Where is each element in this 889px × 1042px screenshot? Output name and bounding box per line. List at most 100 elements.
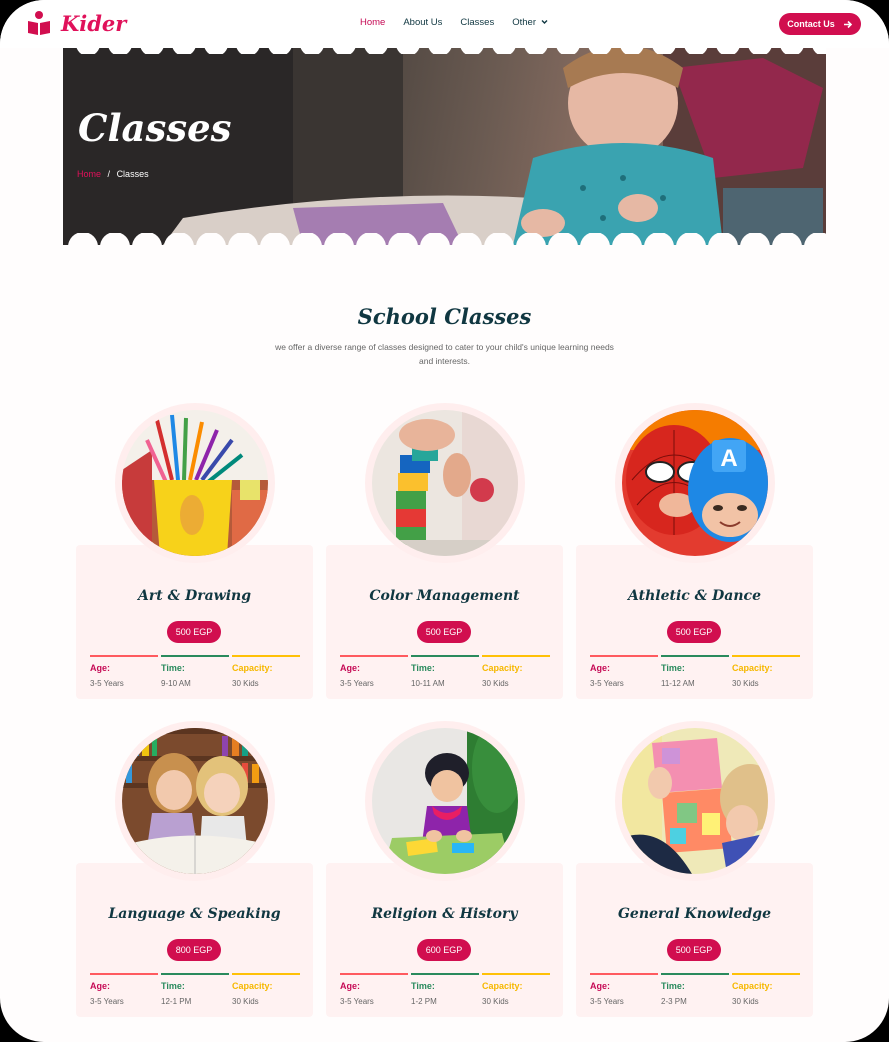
main-menu: Home About Us Classes Other [360, 17, 566, 28]
chevron-down-icon [541, 20, 548, 24]
page-title: Classes [78, 106, 232, 150]
class-title: Athletic & Dance [627, 588, 761, 604]
capacity-value: 30 Kids [732, 679, 759, 688]
time-label: Time: [161, 663, 185, 673]
svg-text:A: A [720, 445, 737, 472]
class-image-language-speaking [122, 728, 268, 874]
capacity-label: Capacity: [732, 663, 773, 673]
nav-other-label: Other [512, 17, 536, 28]
class-stats: Age: 3-5 Years Time: 12-1 PM Capacity: 30 K… [90, 973, 300, 1006]
class-image-color-management [372, 410, 518, 556]
class-title: General Knowledge [617, 906, 772, 922]
age-stat: Age: 3-5 Years [590, 655, 658, 688]
age-stat: Age: 3-5 Years [340, 655, 408, 688]
time-value: 10-11 AM [411, 679, 445, 688]
capacity-value: 30 Kids [732, 997, 759, 1006]
time-label: Time: [411, 981, 435, 991]
class-title: Language & Speaking [108, 906, 281, 922]
class-image-art-drawing [122, 410, 268, 556]
price-badge: 500 EGP [667, 939, 721, 961]
age-value: 3-5 Years [590, 997, 624, 1006]
time-value: 12-1 PM [161, 997, 192, 1006]
breadcrumb-current: Classes [116, 169, 149, 179]
price-badge: 800 EGP [167, 939, 221, 961]
page: Kider Home About Us Classes Other Contac… [0, 0, 889, 1042]
age-label: Age: [340, 981, 360, 991]
nav-classes[interactable]: Classes [460, 17, 494, 28]
class-stats: Age: 3-5 Years Time: 9-10 AM Capacity: 30 K… [90, 655, 300, 688]
age-stat: Age: 3-5 Years [590, 973, 658, 1006]
age-label: Age: [340, 663, 360, 673]
nav-home[interactable]: Home [360, 17, 385, 28]
capacity-stat: Capacity: 30 Kids [232, 655, 300, 688]
time-label: Time: [161, 981, 185, 991]
capacity-label: Capacity: [482, 981, 523, 991]
time-value: 9-10 AM [161, 679, 191, 688]
age-value: 3-5 Years [90, 997, 124, 1006]
capacity-stat: Capacity: 30 Kids [732, 973, 800, 1006]
age-stat: Age: 3-5 Years [90, 973, 158, 1006]
capacity-label: Capacity: [232, 981, 273, 991]
class-stats: Age: 3-5 Years Time: 1-2 PM Capacity: 30 Ki… [340, 973, 550, 1006]
class-image-general-knowledge [622, 728, 768, 874]
class-title: Color Management [369, 588, 520, 604]
capacity-value: 30 Kids [482, 997, 509, 1006]
age-label: Age: [90, 981, 110, 991]
brand-logo[interactable]: Kider [27, 10, 126, 36]
class-image-athletic-dance: A [622, 410, 768, 556]
age-stat: Age: 3-5 Years [340, 973, 408, 1006]
breadcrumb-home[interactable]: Home [77, 169, 101, 179]
breadcrumb-separator: / [107, 169, 111, 179]
time-stat: Time: 11-12 AM [661, 655, 729, 688]
time-stat: Time: 9-10 AM [161, 655, 229, 688]
class-stats: Age: 3-5 Years Time: 11-12 AM Capacity: 30 … [590, 655, 800, 688]
age-value: 3-5 Years [590, 679, 624, 688]
price-badge: 600 EGP [417, 939, 471, 961]
brand-name: Kider [61, 10, 127, 36]
capacity-label: Capacity: [232, 663, 273, 673]
class-title: Art & Drawing [137, 588, 252, 604]
class-title: Religion & History [371, 906, 518, 922]
class-stats: Age: 3-5 Years Time: 10-11 AM Capacity: 30 … [340, 655, 550, 688]
capacity-label: Capacity: [732, 981, 773, 991]
capacity-value: 30 Kids [232, 679, 259, 688]
contact-us-button[interactable]: Contact Us [779, 13, 861, 35]
time-label: Time: [661, 663, 685, 673]
navbar: Kider Home About Us Classes Other Contac… [0, 0, 889, 48]
age-stat: Age: 3-5 Years [90, 655, 158, 688]
capacity-stat: Capacity: 30 Kids [232, 973, 300, 1006]
time-label: Time: [661, 981, 685, 991]
capacity-stat: Capacity: 30 Kids [482, 973, 550, 1006]
age-value: 3-5 Years [90, 679, 124, 688]
contact-us-label: Contact Us [787, 19, 835, 29]
time-value: 2-3 PM [661, 997, 687, 1006]
age-value: 3-5 Years [340, 997, 374, 1006]
section-title: School Classes [357, 304, 532, 329]
book-reader-icon [27, 10, 51, 36]
breadcrumb: Home / Classes [77, 169, 149, 179]
time-stat: Time: 1-2 PM [411, 973, 479, 1006]
capacity-label: Capacity: [482, 663, 523, 673]
age-value: 3-5 Years [340, 679, 374, 688]
hero-top-scallop [76, 48, 826, 54]
age-label: Age: [590, 663, 610, 673]
price-badge: 500 EGP [667, 621, 721, 643]
class-image-religion-history [372, 728, 518, 874]
time-stat: Time: 10-11 AM [411, 655, 479, 688]
price-badge: 500 EGP [417, 621, 471, 643]
capacity-stat: Capacity: 30 Kids [732, 655, 800, 688]
hero-bottom-scallop [68, 233, 826, 245]
section-subtitle: we offer a diverse range of classes desi… [275, 342, 614, 366]
nav-other[interactable]: Other [512, 17, 548, 28]
time-stat: Time: 12-1 PM [161, 973, 229, 1006]
age-label: Age: [90, 663, 110, 673]
time-stat: Time: 2-3 PM [661, 973, 729, 1006]
time-value: 11-12 AM [661, 679, 695, 688]
price-badge: 500 EGP [167, 621, 221, 643]
capacity-value: 30 Kids [482, 679, 509, 688]
capacity-value: 30 Kids [232, 997, 259, 1006]
nav-about-us[interactable]: About Us [403, 17, 442, 28]
page-header-banner: Classes Home / Classes [63, 48, 826, 245]
class-stats: Age: 3-5 Years Time: 2-3 PM Capacity: 30 Ki… [590, 973, 800, 1006]
arrow-right-icon [843, 20, 852, 28]
